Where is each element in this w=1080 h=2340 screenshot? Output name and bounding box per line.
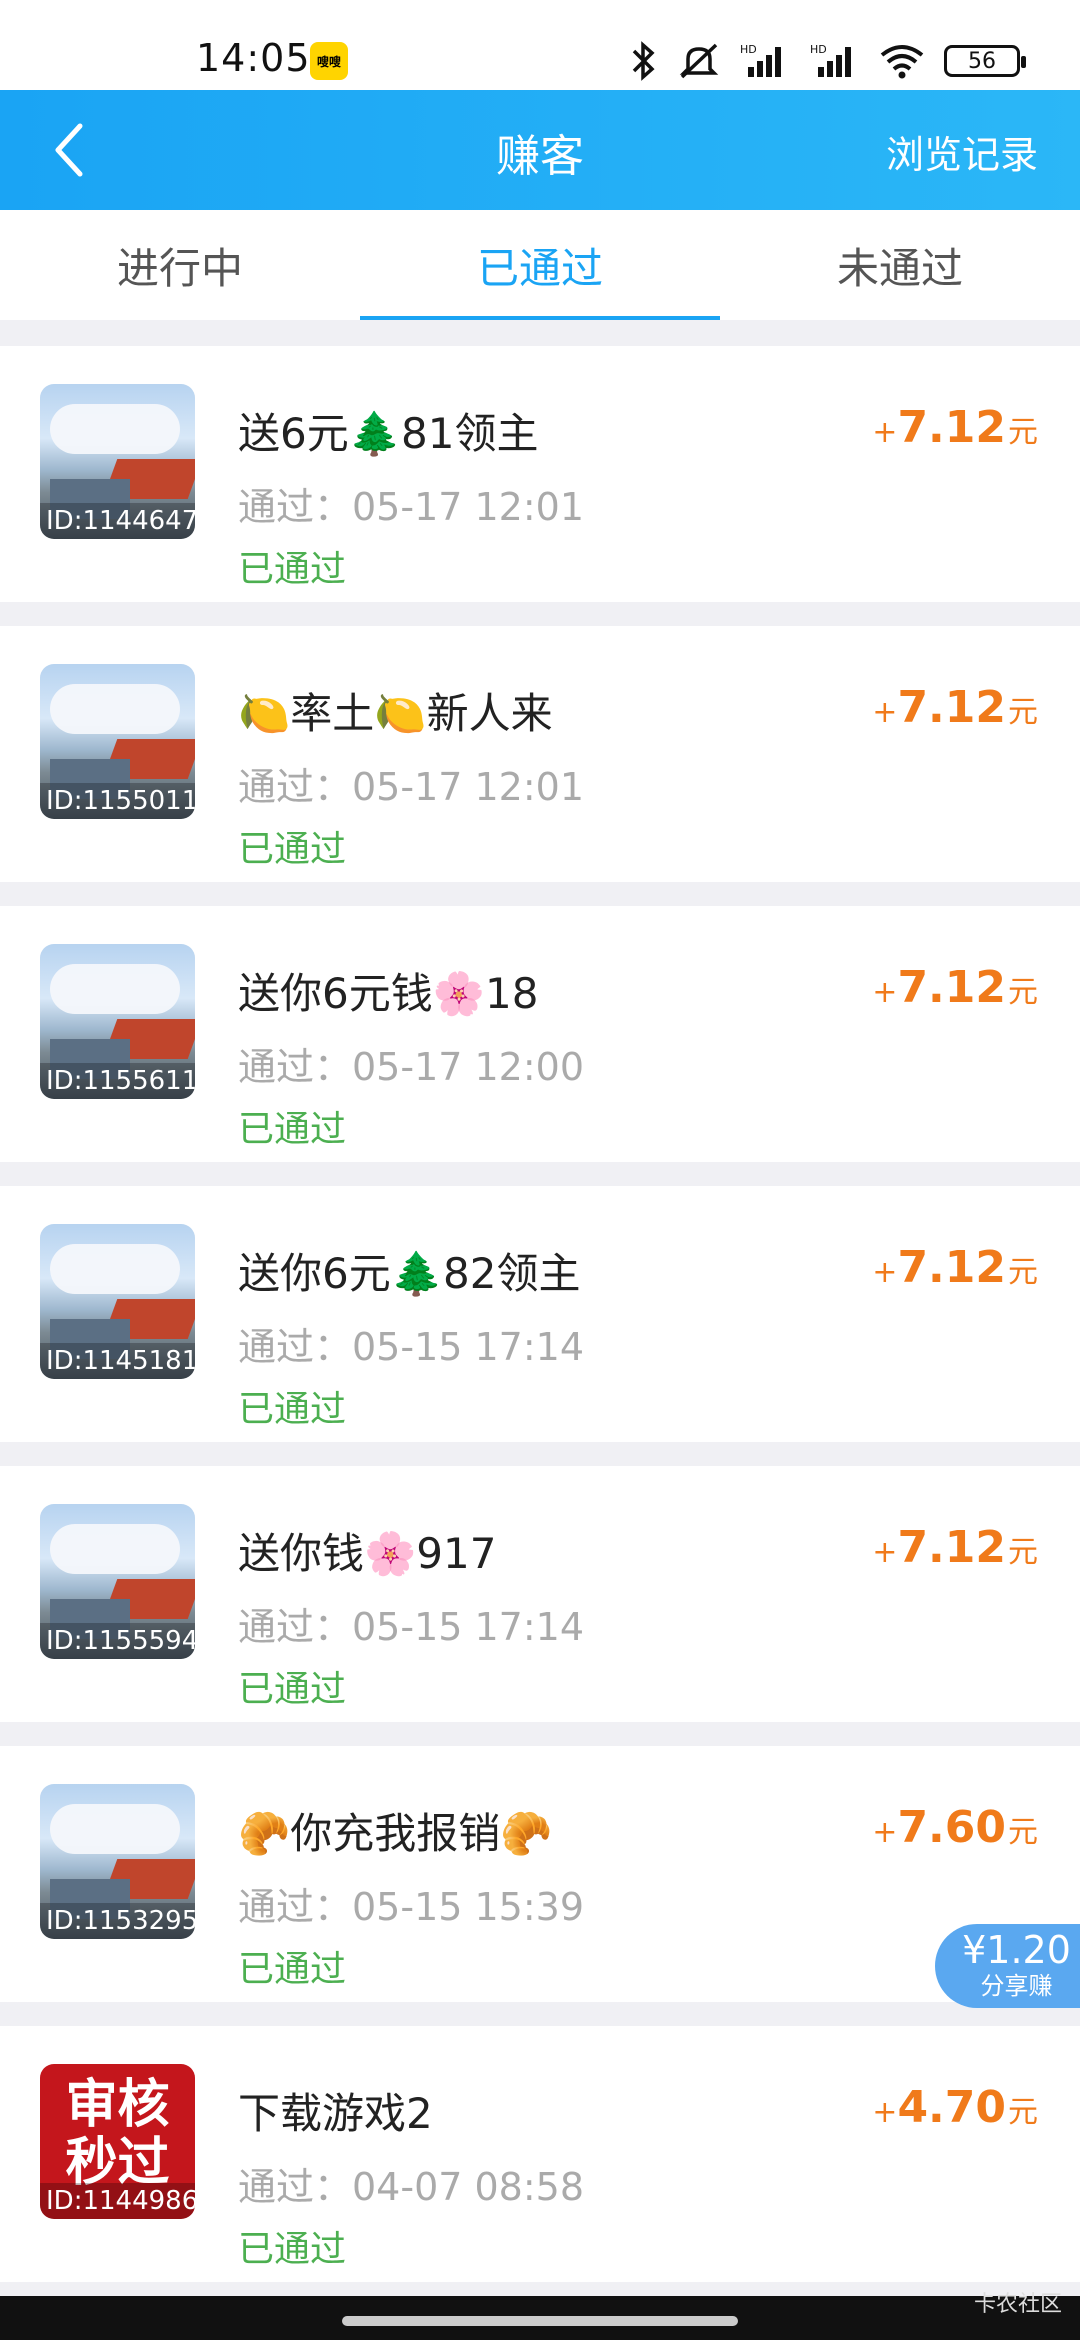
reward-sign: + bbox=[872, 415, 898, 450]
approval-time: 通过：05-17 12:01 bbox=[238, 765, 585, 809]
task-thumbnail: ID:11550118 bbox=[40, 664, 195, 819]
watermark: 卡农社区 bbox=[973, 2292, 1062, 2317]
reward-unit: 元 bbox=[1008, 2095, 1038, 2130]
bluetooth-icon bbox=[632, 41, 655, 81]
reward-sign: + bbox=[872, 2095, 898, 2130]
task-thumbnail: ID:11451816 bbox=[40, 1224, 195, 1379]
approval-time: 通过：05-17 12:00 bbox=[238, 1045, 585, 1089]
thumb-badge-line-1: 审核 bbox=[65, 2075, 170, 2135]
status-label: 已通过 bbox=[238, 2229, 347, 2270]
tab-rejected[interactable]: 未通过 bbox=[720, 210, 1080, 320]
reward-value: 4.70 bbox=[897, 2082, 1006, 2133]
reward-amount: + 7.60 元 bbox=[872, 1802, 1038, 1853]
reward-amount: + 7.12 元 bbox=[872, 402, 1038, 453]
reward-amount: + 7.12 元 bbox=[872, 1242, 1038, 1293]
reward-amount: + 4.70 元 bbox=[872, 2082, 1038, 2133]
battery-indicator: 56 bbox=[944, 45, 1026, 77]
list-item[interactable]: ID:11556118 送你6元钱🌸18 通过：05-17 12:00 已通过 … bbox=[0, 906, 1080, 1162]
list-item[interactable]: ID:11451816 送你6元🌲82领主 通过：05-15 17:14 已通过… bbox=[0, 1186, 1080, 1442]
thumb-badge-text: 审核 秒过 bbox=[40, 2076, 195, 2192]
svg-text:HD: HD bbox=[810, 43, 827, 56]
mute-icon bbox=[679, 43, 719, 79]
status-icons: HD HD 56 bbox=[626, 36, 1026, 86]
task-title: 送你钱🌸917 bbox=[238, 1529, 497, 1578]
task-title: 送你6元钱🌸18 bbox=[238, 969, 539, 1018]
reward-value: 7.12 bbox=[897, 962, 1006, 1013]
tab-bar: 进行中 已通过 未通过 bbox=[0, 210, 1080, 320]
status-label: 已通过 bbox=[238, 1389, 347, 1430]
task-thumbnail: 审核 秒过 ID:11449865 bbox=[40, 2064, 195, 2219]
task-title: 送你6元🌲82领主 bbox=[238, 1249, 581, 1298]
task-thumbnail: ID:11556118 bbox=[40, 944, 195, 1099]
approval-time: 通过：05-17 12:01 bbox=[238, 485, 585, 529]
share-earn-badge[interactable]: ¥1.20 分享赚 bbox=[935, 1924, 1080, 2008]
browse-history-link[interactable]: 浏览记录 bbox=[886, 124, 1038, 179]
reward-unit: 元 bbox=[1008, 695, 1038, 730]
status-label: 已通过 bbox=[238, 1109, 347, 1150]
app-notification-icon: 嗖嗖 bbox=[310, 42, 348, 80]
task-id: ID:11451816 bbox=[40, 1343, 195, 1379]
reward-value: 7.60 bbox=[897, 1802, 1006, 1853]
task-id: ID:11446476 bbox=[40, 503, 195, 539]
approval-time: 通过：05-15 17:14 bbox=[238, 1605, 585, 1649]
list-item[interactable]: ID:11532950 🥐你充我报销🥐 通过：05-15 15:39 已通过 +… bbox=[0, 1746, 1080, 2008]
task-title: 下载游戏2 bbox=[238, 2089, 433, 2138]
status-label: 已通过 bbox=[238, 549, 347, 590]
list-item[interactable]: 审核 秒过 ID:11449865 下载游戏2 通过：04-07 08:58 已… bbox=[0, 2026, 1080, 2282]
status-label: 已通过 bbox=[238, 829, 347, 870]
tab-approved[interactable]: 已通过 bbox=[360, 210, 720, 320]
share-label: 分享赚 bbox=[980, 1972, 1053, 2000]
reward-sign: + bbox=[872, 695, 898, 730]
reward-unit: 元 bbox=[1008, 975, 1038, 1010]
signal-hd-icon-2: HD bbox=[810, 43, 851, 77]
reward-value: 7.12 bbox=[897, 682, 1006, 733]
share-amount: ¥1.20 bbox=[962, 1928, 1071, 1972]
reward-unit: 元 bbox=[1008, 1255, 1038, 1290]
task-title: 🍋率土🍋新人来 bbox=[238, 689, 553, 738]
reward-unit: 元 bbox=[1008, 1535, 1038, 1570]
reward-amount: + 7.12 元 bbox=[872, 1522, 1038, 1573]
reward-unit: 元 bbox=[1008, 415, 1038, 450]
task-title: 🥐你充我报销🥐 bbox=[238, 1809, 553, 1858]
approval-time: 通过：05-15 17:14 bbox=[238, 1325, 585, 1369]
reward-unit: 元 bbox=[1008, 1815, 1038, 1850]
header-bar: 赚客 浏览记录 bbox=[0, 90, 1080, 210]
task-id: ID:11449865 bbox=[40, 2183, 195, 2219]
reward-sign: + bbox=[872, 1535, 898, 1570]
status-label: 已通过 bbox=[238, 1669, 347, 1710]
reward-sign: + bbox=[872, 975, 898, 1010]
status-label: 已通过 bbox=[238, 1949, 347, 1990]
list-item[interactable]: ID:11550118 🍋率土🍋新人来 通过：05-17 12:01 已通过 +… bbox=[0, 626, 1080, 882]
svg-text:HD: HD bbox=[740, 43, 757, 56]
task-id: ID:11532950 bbox=[40, 1903, 195, 1939]
wifi-icon bbox=[880, 45, 924, 79]
reward-value: 7.12 bbox=[897, 402, 1006, 453]
task-thumbnail: ID:11446476 bbox=[40, 384, 195, 539]
task-id: ID:11556118 bbox=[40, 1063, 195, 1099]
status-time: 14:05 bbox=[196, 36, 311, 80]
signal-hd-icon-1: HD bbox=[740, 43, 781, 77]
list-item[interactable]: ID:11555949 送你钱🌸917 通过：05-15 17:14 已通过 +… bbox=[0, 1466, 1080, 1722]
task-id: ID:11555949 bbox=[40, 1623, 195, 1659]
task-thumbnail: ID:11555949 bbox=[40, 1504, 195, 1659]
approval-time: 通过：04-07 08:58 bbox=[238, 2165, 585, 2209]
task-thumbnail: ID:11532950 bbox=[40, 1784, 195, 1939]
reward-amount: + 7.12 元 bbox=[872, 962, 1038, 1013]
task-title: 送6元🌲81领主 bbox=[238, 409, 539, 458]
battery-level: 56 bbox=[968, 48, 996, 74]
task-id: ID:11550118 bbox=[40, 783, 195, 819]
reward-value: 7.12 bbox=[897, 1242, 1006, 1293]
tab-in-progress[interactable]: 进行中 bbox=[0, 210, 360, 320]
home-indicator[interactable] bbox=[342, 2316, 738, 2326]
list-item[interactable]: ID:11446476 送6元🌲81领主 通过：05-17 12:01 已通过 … bbox=[0, 346, 1080, 602]
approval-time: 通过：05-15 15:39 bbox=[238, 1885, 585, 1929]
reward-amount: + 7.12 元 bbox=[872, 682, 1038, 733]
reward-sign: + bbox=[872, 1255, 898, 1290]
reward-value: 7.12 bbox=[897, 1522, 1006, 1573]
status-bar: 14:05 嗖嗖 HD HD 56 bbox=[0, 0, 1080, 90]
reward-sign: + bbox=[872, 1815, 898, 1850]
